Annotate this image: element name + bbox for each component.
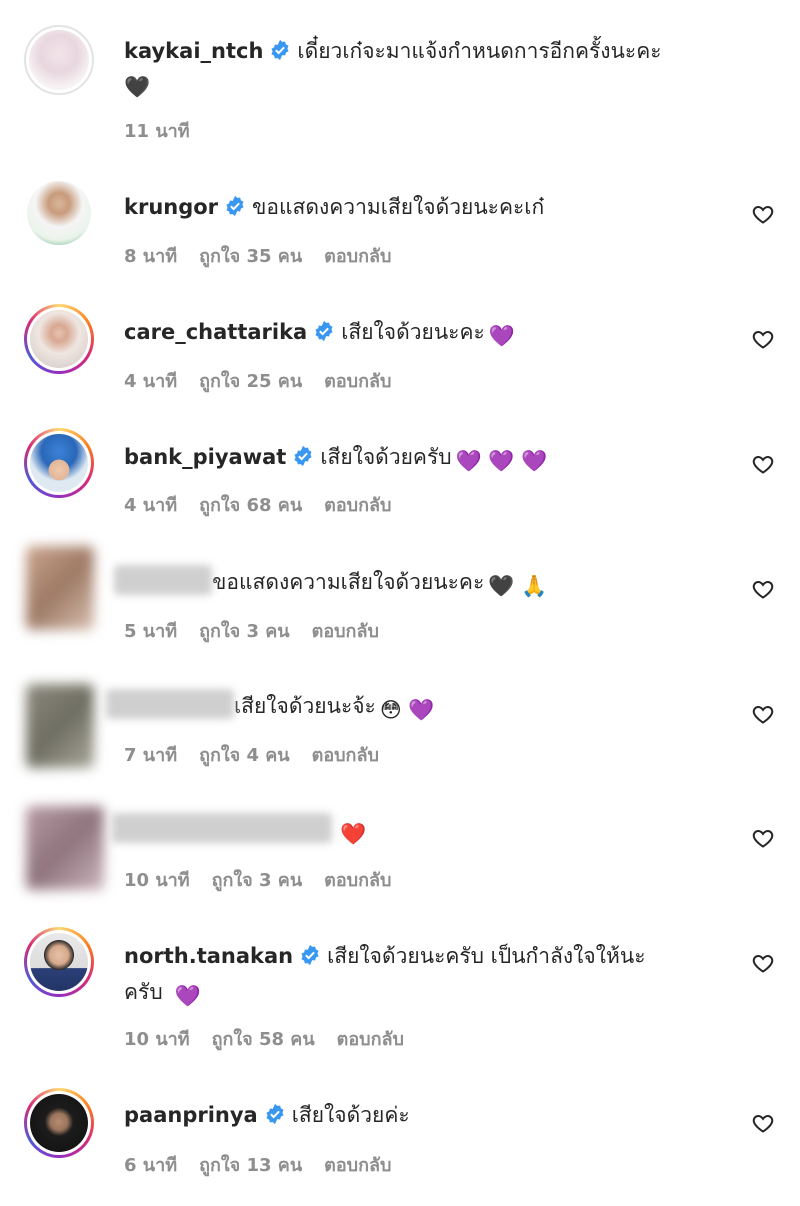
comment-text: เสียใจด้วยนะจ้ะ	[234, 694, 376, 718]
comment-time: 8 นาที	[124, 246, 178, 267]
heart-outline-icon[interactable]	[751, 577, 775, 601]
comment-text: เดี๋ยวเก๋จะมาแจ้งกำหนดการอีกครั้งนะคะ	[297, 39, 662, 63]
reply-button[interactable]: ตอบกลับ	[324, 1155, 391, 1176]
heart-outline-icon[interactable]	[751, 202, 775, 226]
comment-username[interactable]	[114, 565, 212, 595]
comment-time: 4 นาที	[124, 495, 178, 516]
comment-time: 11 นาที	[124, 121, 190, 142]
comment-likes[interactable]: ถูกใจ 35 คน	[199, 246, 302, 267]
reply-button[interactable]: ตอบกลับ	[337, 1029, 404, 1050]
verified-badge-icon	[301, 944, 319, 966]
comment-time: 5 นาที	[124, 621, 178, 642]
comment-username[interactable]	[106, 689, 234, 719]
comment-text: เสียใจด้วยนะครับ เป็นกำลังใจให้นะ	[327, 944, 646, 968]
comment-text: ขอแสดงความเสียใจด้วยนะคะ	[212, 570, 485, 594]
comment-time: 4 นาที	[124, 371, 178, 392]
comment-likes[interactable]: ถูกใจ 25 คน	[199, 371, 302, 392]
avatar[interactable]	[26, 684, 94, 768]
reply-button[interactable]: ตอบกลับ	[324, 371, 391, 392]
comment-username[interactable]: paanprinya	[124, 1103, 258, 1127]
reply-button[interactable]: ตอบกลับ	[324, 495, 391, 516]
avatar[interactable]	[24, 178, 94, 248]
avatar[interactable]	[24, 927, 94, 997]
heart-outline-icon[interactable]	[751, 951, 775, 975]
reply-button[interactable]: ตอบกลับ	[324, 246, 391, 267]
comment-emoji: 💜	[488, 324, 515, 348]
reply-button[interactable]: ตอบกลับ	[312, 621, 379, 642]
comment-username[interactable]: care_chattarika	[124, 320, 307, 344]
comment-likes[interactable]: ถูกใจ 13 คน	[199, 1155, 302, 1176]
comment-time: 10 นาที	[124, 870, 190, 891]
comment-text: เสียใจด้วยค่ะ	[291, 1103, 410, 1127]
heart-outline-icon[interactable]	[751, 327, 775, 351]
comment-username[interactable]: bank_piyawat	[124, 445, 286, 469]
reply-button[interactable]: ตอบกลับ	[312, 745, 379, 766]
avatar[interactable]	[26, 806, 104, 890]
comment-time: 10 นาที	[124, 1029, 190, 1050]
comment-time: 7 นาที	[124, 745, 178, 766]
comment-emoji: 🖤	[124, 75, 151, 99]
comment-username[interactable]: north.tanakan	[124, 944, 293, 968]
verified-badge-icon	[315, 320, 333, 342]
comment-likes[interactable]: ถูกใจ 68 คน	[199, 495, 302, 516]
comment-likes[interactable]: ถูกใจ 3 คน	[212, 870, 303, 891]
comment-emoji: ❤️	[340, 822, 367, 846]
reply-button[interactable]: ตอบกลับ	[324, 870, 391, 891]
comment-username[interactable]: kaykai_ntch	[124, 39, 263, 63]
comment-likes[interactable]: ถูกใจ 4 คน	[199, 745, 290, 766]
verified-badge-icon	[226, 195, 244, 217]
avatar[interactable]	[24, 304, 94, 374]
comment-likes[interactable]: ถูกใจ 58 คน	[212, 1029, 315, 1050]
comment-text: ขอแสดงความเสียใจด้วยนะคะเก๋	[252, 195, 545, 219]
heart-outline-icon[interactable]	[751, 702, 775, 726]
comment-time: 6 นาที	[124, 1155, 178, 1176]
verified-badge-icon	[271, 39, 289, 61]
comment-emoji: 💜 💜 💜	[455, 449, 548, 473]
comment-emoji: 💜	[174, 984, 201, 1008]
comment-likes[interactable]: ถูกใจ 3 คน	[199, 621, 290, 642]
comment-username[interactable]	[112, 813, 332, 843]
comment-text: เสียใจด้วยครับ	[320, 445, 452, 469]
comment-emoji: 🖤 🙏	[488, 574, 548, 598]
heart-outline-icon[interactable]	[751, 826, 775, 850]
comment-emoji: 😳 💜	[379, 698, 435, 722]
comment-text: เสียใจด้วยนะคะ	[341, 320, 485, 344]
avatar[interactable]	[24, 25, 94, 95]
verified-badge-icon	[266, 1103, 284, 1125]
comment-text-continued: ครับ	[124, 980, 163, 1004]
avatar[interactable]	[24, 428, 94, 498]
comment-username[interactable]: krungor	[124, 195, 218, 219]
avatar[interactable]	[26, 546, 94, 630]
verified-badge-icon	[294, 445, 312, 467]
heart-outline-icon[interactable]	[751, 1111, 775, 1135]
avatar[interactable]	[24, 1088, 94, 1158]
heart-outline-icon[interactable]	[751, 452, 775, 476]
